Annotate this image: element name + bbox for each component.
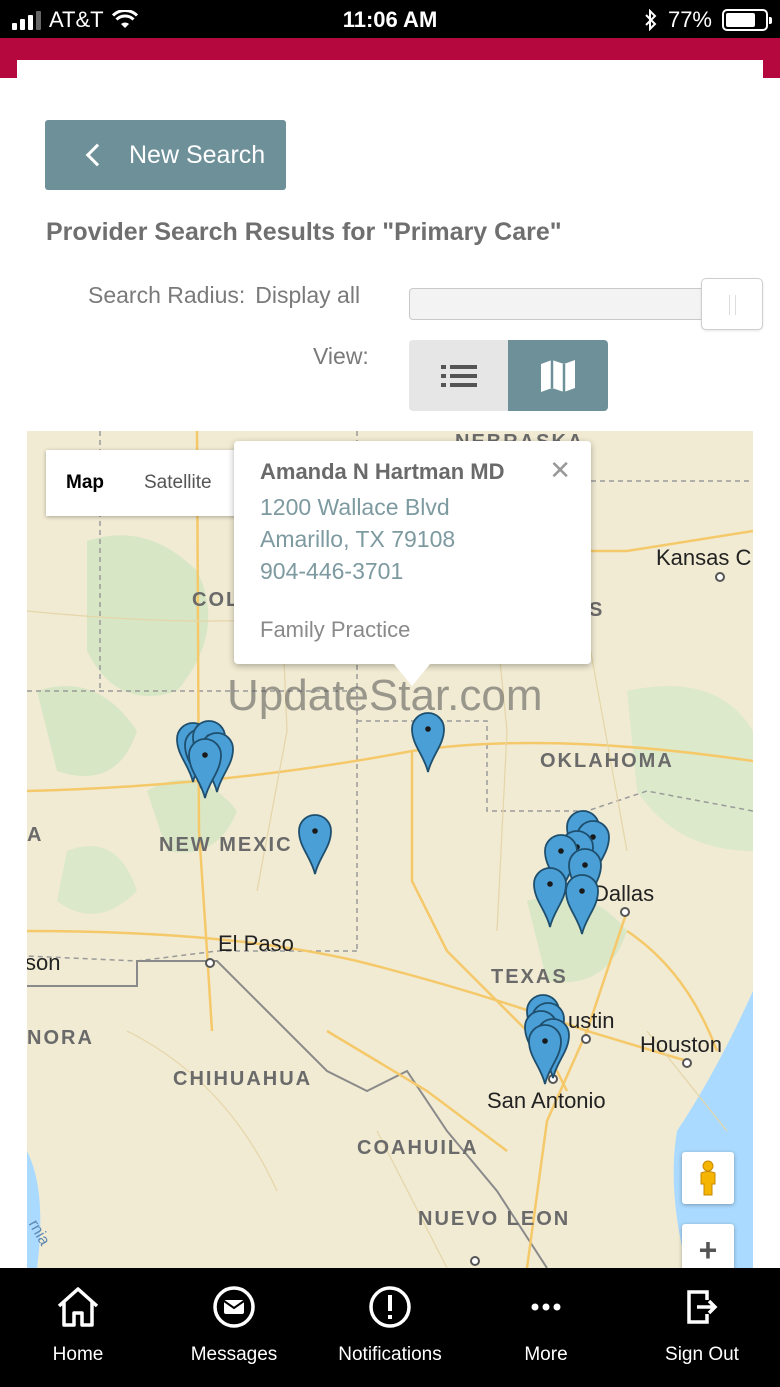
search-radius-value: Display all [255,282,361,308]
messages-icon [211,1284,257,1330]
radius-slider-track[interactable] [409,288,709,320]
map-label-new-mexico: NEW MEXIC [159,834,293,856]
search-radius-text: Search Radius: [88,282,246,308]
map-label-oklahoma: OKLAHOMA [540,750,674,772]
view-label: View: [313,343,369,369]
status-bar: AT&T 11:06 AM 77% [0,0,780,38]
nav-label-home: Home [52,1344,104,1365]
bottom-nav: Home Messages Notifications More Sign Ou… [0,1268,780,1387]
new-search-button[interactable]: New Search [45,120,286,190]
radius-slider-handle[interactable] [701,278,763,330]
map-type-map[interactable]: Map [46,472,144,494]
nav-item-messages[interactable]: Messages [156,1268,312,1387]
new-search-label: New Search [129,140,266,169]
more-icon [523,1284,569,1330]
map-label-colorado: COL [192,589,241,611]
street-view-button[interactable] [682,1152,734,1204]
list-icon [440,364,477,387]
pegman-icon [700,1160,716,1196]
plus-icon: + [698,1231,718,1268]
provider-name: Amanda N Hartman MD [260,459,505,484]
battery-percent: 77% [667,7,712,32]
map-pin-14[interactable] [564,873,600,935]
map-label-nuevo-leon: NUEVO LEON [418,1208,571,1230]
nav-item-home[interactable]: Home [0,1268,156,1387]
map-canvas[interactable]: NEBRASKA COL Kansas C S OKLAHOMA NEW MEX… [27,431,753,1268]
map-label-austin: ustin [568,1008,615,1033]
nav-label-notifications: Notifications [338,1344,442,1365]
map-label-texas: TEXAS [491,966,568,988]
map-pin-7[interactable] [187,737,223,799]
nav-item-sign-out[interactable]: Sign Out [624,1268,780,1387]
provider-address-line2[interactable]: Amarillo, TX 79108 [260,523,565,555]
nav-label-sign-out: Sign Out [665,1344,739,1365]
page-title: Provider Search Results for "Primary Car… [46,218,562,246]
close-icon[interactable]: ✕ [549,455,571,486]
nav-label-messages: Messages [190,1344,278,1365]
sign-out-icon [679,1284,725,1330]
list-view-button[interactable] [409,340,508,411]
nav-label-more: More [524,1344,568,1365]
provider-infowindow: Amanda N Hartman MD 1200 Wallace Blvd Am… [234,441,591,686]
map-label-houston: Houston [640,1032,722,1057]
map-pin-2[interactable] [297,813,333,875]
nav-item-more[interactable]: More [468,1268,624,1387]
map-icon [541,359,575,392]
map-label-kansas-s: S [589,599,605,621]
map-pin-1[interactable] [410,711,446,773]
map-type-satellite[interactable]: Satellite [144,472,212,494]
search-radius-label: Search Radius: Display all [88,282,360,309]
map-label-el-paso: El Paso [218,931,294,956]
map-pin-19[interactable] [527,1023,563,1085]
bluetooth-icon [645,9,657,31]
map-label-son: son [27,950,61,975]
watermark-text: UpdateStar.com [227,671,543,720]
map-type-control: Map Satellite [46,450,256,516]
provider-phone[interactable]: 904-446-3701 [260,555,565,587]
provider-address-line1[interactable]: 1200 Wallace Blvd [260,491,565,523]
map-label-kansas-city: Kansas C [656,545,752,570]
map-pin-13[interactable] [532,866,568,928]
chevron-left-icon [85,143,109,167]
zoom-in-button[interactable]: + [682,1224,734,1268]
map-label-coahuila: COAHUILA [357,1137,479,1159]
map-label-san-antonio: San Antonio [487,1088,606,1113]
nav-item-notifications[interactable]: Notifications [312,1268,468,1387]
map-label-nora: NORA [27,1027,94,1049]
map-view-button[interactable] [508,340,608,411]
battery-icon [722,9,772,31]
home-icon [55,1284,101,1330]
status-right: 77% [644,7,772,33]
provider-specialty: Family Practice [260,617,411,642]
battery-fill [726,13,756,27]
map-label-a: A [27,824,44,846]
notifications-icon [367,1284,413,1330]
map-label-chihuahua: CHIHUAHUA [173,1068,313,1090]
